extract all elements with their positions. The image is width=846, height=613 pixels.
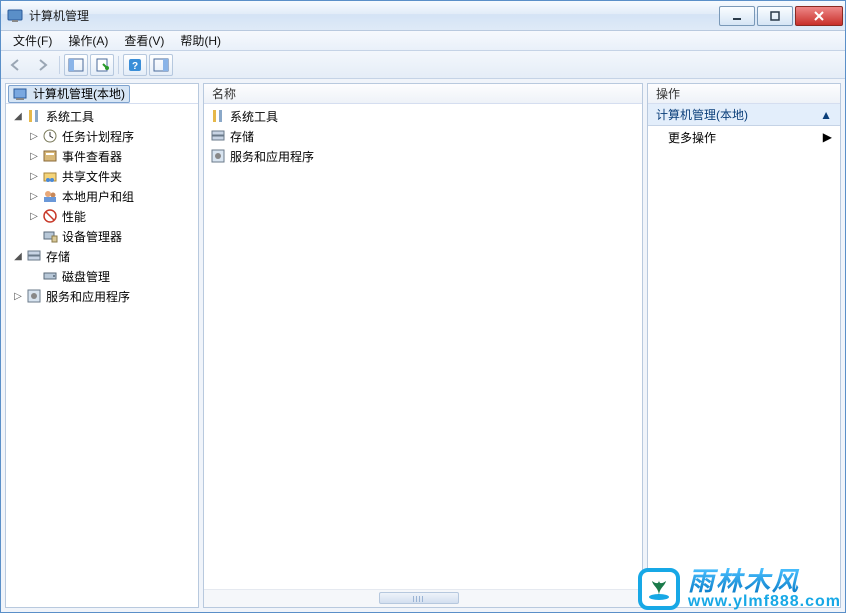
tree-item-storage[interactable]: ◢ 存储 [6,246,198,266]
tree-label: 本地用户和组 [62,188,134,205]
tree-item-device-manager[interactable]: 设备管理器 [6,226,198,246]
expander-open-icon[interactable]: ◢ [12,110,24,122]
tree-label: 任务计划程序 [62,128,134,145]
shared-folders-icon [42,168,58,184]
actions-header: 操作 [648,84,840,104]
tree-label: 服务和应用程序 [46,288,130,305]
tree-label: 磁盘管理 [62,268,110,285]
tree-item-services-apps[interactable]: ▷ 服务和应用程序 [6,286,198,306]
event-viewer-icon [42,148,58,164]
menu-file[interactable]: 文件(F) [5,30,60,51]
tree-root-label: 计算机管理(本地) [33,85,125,102]
actions-panel: 操作 计算机管理(本地) ▲ 更多操作 ▶ [647,83,841,608]
tree-item-system-tools[interactable]: ◢ 系统工具 [6,106,198,126]
expander-closed-icon[interactable]: ▷ [28,170,40,182]
menu-view[interactable]: 查看(V) [116,30,172,51]
maximize-button[interactable] [757,6,793,26]
close-button[interactable] [795,6,843,26]
list-panel: 名称 系统工具 存储 服务和应用程序 [203,83,643,608]
toolbar: ? [1,51,845,79]
actions-section-label: 计算机管理(本地) [656,106,748,123]
actions-header-label: 操作 [656,85,680,102]
expander-closed-icon[interactable]: ▷ [28,130,40,142]
svg-text:?: ? [132,61,138,72]
minimize-button[interactable] [719,6,755,26]
main-area: 计算机管理(本地) ◢ 系统工具 ▷ 任务计划程序 ▷ 事件查看器 ▷ 共享文件夹 ▷ 本… [1,79,845,612]
tree-label: 共享文件夹 [62,168,122,185]
expander-closed-icon[interactable]: ▷ [28,190,40,202]
expander-closed-icon[interactable]: ▷ [28,210,40,222]
list-item-services-apps[interactable]: 服务和应用程序 [204,146,642,166]
properties-button[interactable] [90,54,114,76]
list-item-storage[interactable]: 存储 [204,126,642,146]
window-controls [717,6,843,26]
tools-icon [26,108,42,124]
list-header-name[interactable]: 名称 [204,84,642,104]
tree-item-task-scheduler[interactable]: ▷ 任务计划程序 [6,126,198,146]
services-icon [210,148,226,164]
tree-label: 性能 [62,208,86,225]
back-button[interactable] [5,54,29,76]
clock-icon [42,128,58,144]
help-button[interactable]: ? [123,54,147,76]
tree-item-disk-management[interactable]: 磁盘管理 [6,266,198,286]
more-actions-label: 更多操作 [668,129,716,146]
list-item-label: 服务和应用程序 [230,148,314,165]
menu-action[interactable]: 操作(A) [60,30,116,51]
performance-icon [42,208,58,224]
expander-closed-icon[interactable]: ▷ [12,290,24,302]
device-manager-icon [42,228,58,244]
tree-item-event-viewer[interactable]: ▷ 事件查看器 [6,146,198,166]
horizontal-scrollbar[interactable] [204,589,642,607]
tree-item-shared-folders[interactable]: ▷ 共享文件夹 [6,166,198,186]
collapse-icon: ▲ [820,108,832,122]
actions-section[interactable]: 计算机管理(本地) ▲ [648,104,840,126]
services-icon [26,288,42,304]
tree-item-local-users[interactable]: ▷ 本地用户和组 [6,186,198,206]
tree[interactable]: ◢系统工具 ▷任务计划程序 ▷事件查看器 ▷共享文件夹 ▷本地用户和组 ▷性能 … [6,104,198,607]
expander-closed-icon[interactable]: ▷ [28,150,40,162]
storage-icon [26,248,42,264]
scrollbar-thumb[interactable] [379,592,459,604]
disk-management-icon [42,268,58,284]
tree-label: 系统工具 [46,108,94,125]
toolbar-separator [59,56,60,74]
tree-label: 事件查看器 [62,148,122,165]
menu-help[interactable]: 帮助(H) [172,30,229,51]
list-header-label: 名称 [212,85,236,102]
forward-button[interactable] [31,54,55,76]
tree-label: 存储 [46,248,70,265]
tree-item-performance[interactable]: ▷ 性能 [6,206,198,226]
show-hide-tree-button[interactable] [64,54,88,76]
list-item-label: 存储 [230,128,254,145]
more-actions[interactable]: 更多操作 ▶ [648,126,840,148]
window-title: 计算机管理 [29,7,717,24]
chevron-right-icon: ▶ [823,130,832,144]
tree-root[interactable]: 计算机管理(本地) [8,85,130,103]
list[interactable]: 系统工具 存储 服务和应用程序 [204,104,642,589]
users-icon [42,188,58,204]
storage-icon [210,128,226,144]
tree-label: 设备管理器 [62,228,122,245]
toolbar-separator [118,56,119,74]
tools-icon [210,108,226,124]
app-icon [7,8,23,24]
list-item-label: 系统工具 [230,108,278,125]
tree-panel: 计算机管理(本地) ◢ 系统工具 ▷ 任务计划程序 ▷ 事件查看器 ▷ 共享文件夹 ▷ 本… [5,83,199,608]
menu-bar: 文件(F) 操作(A) 查看(V) 帮助(H) [1,31,845,51]
titlebar: 计算机管理 [1,1,845,31]
window-frame: 计算机管理 文件(F) 操作(A) 查看(V) 帮助(H) ? 计算机管理(本地… [0,0,846,613]
tree-header: 计算机管理(本地) [6,84,198,104]
show-action-pane-button[interactable] [149,54,173,76]
computer-management-icon [13,86,29,102]
expander-open-icon[interactable]: ◢ [12,250,24,262]
list-item-system-tools[interactable]: 系统工具 [204,106,642,126]
